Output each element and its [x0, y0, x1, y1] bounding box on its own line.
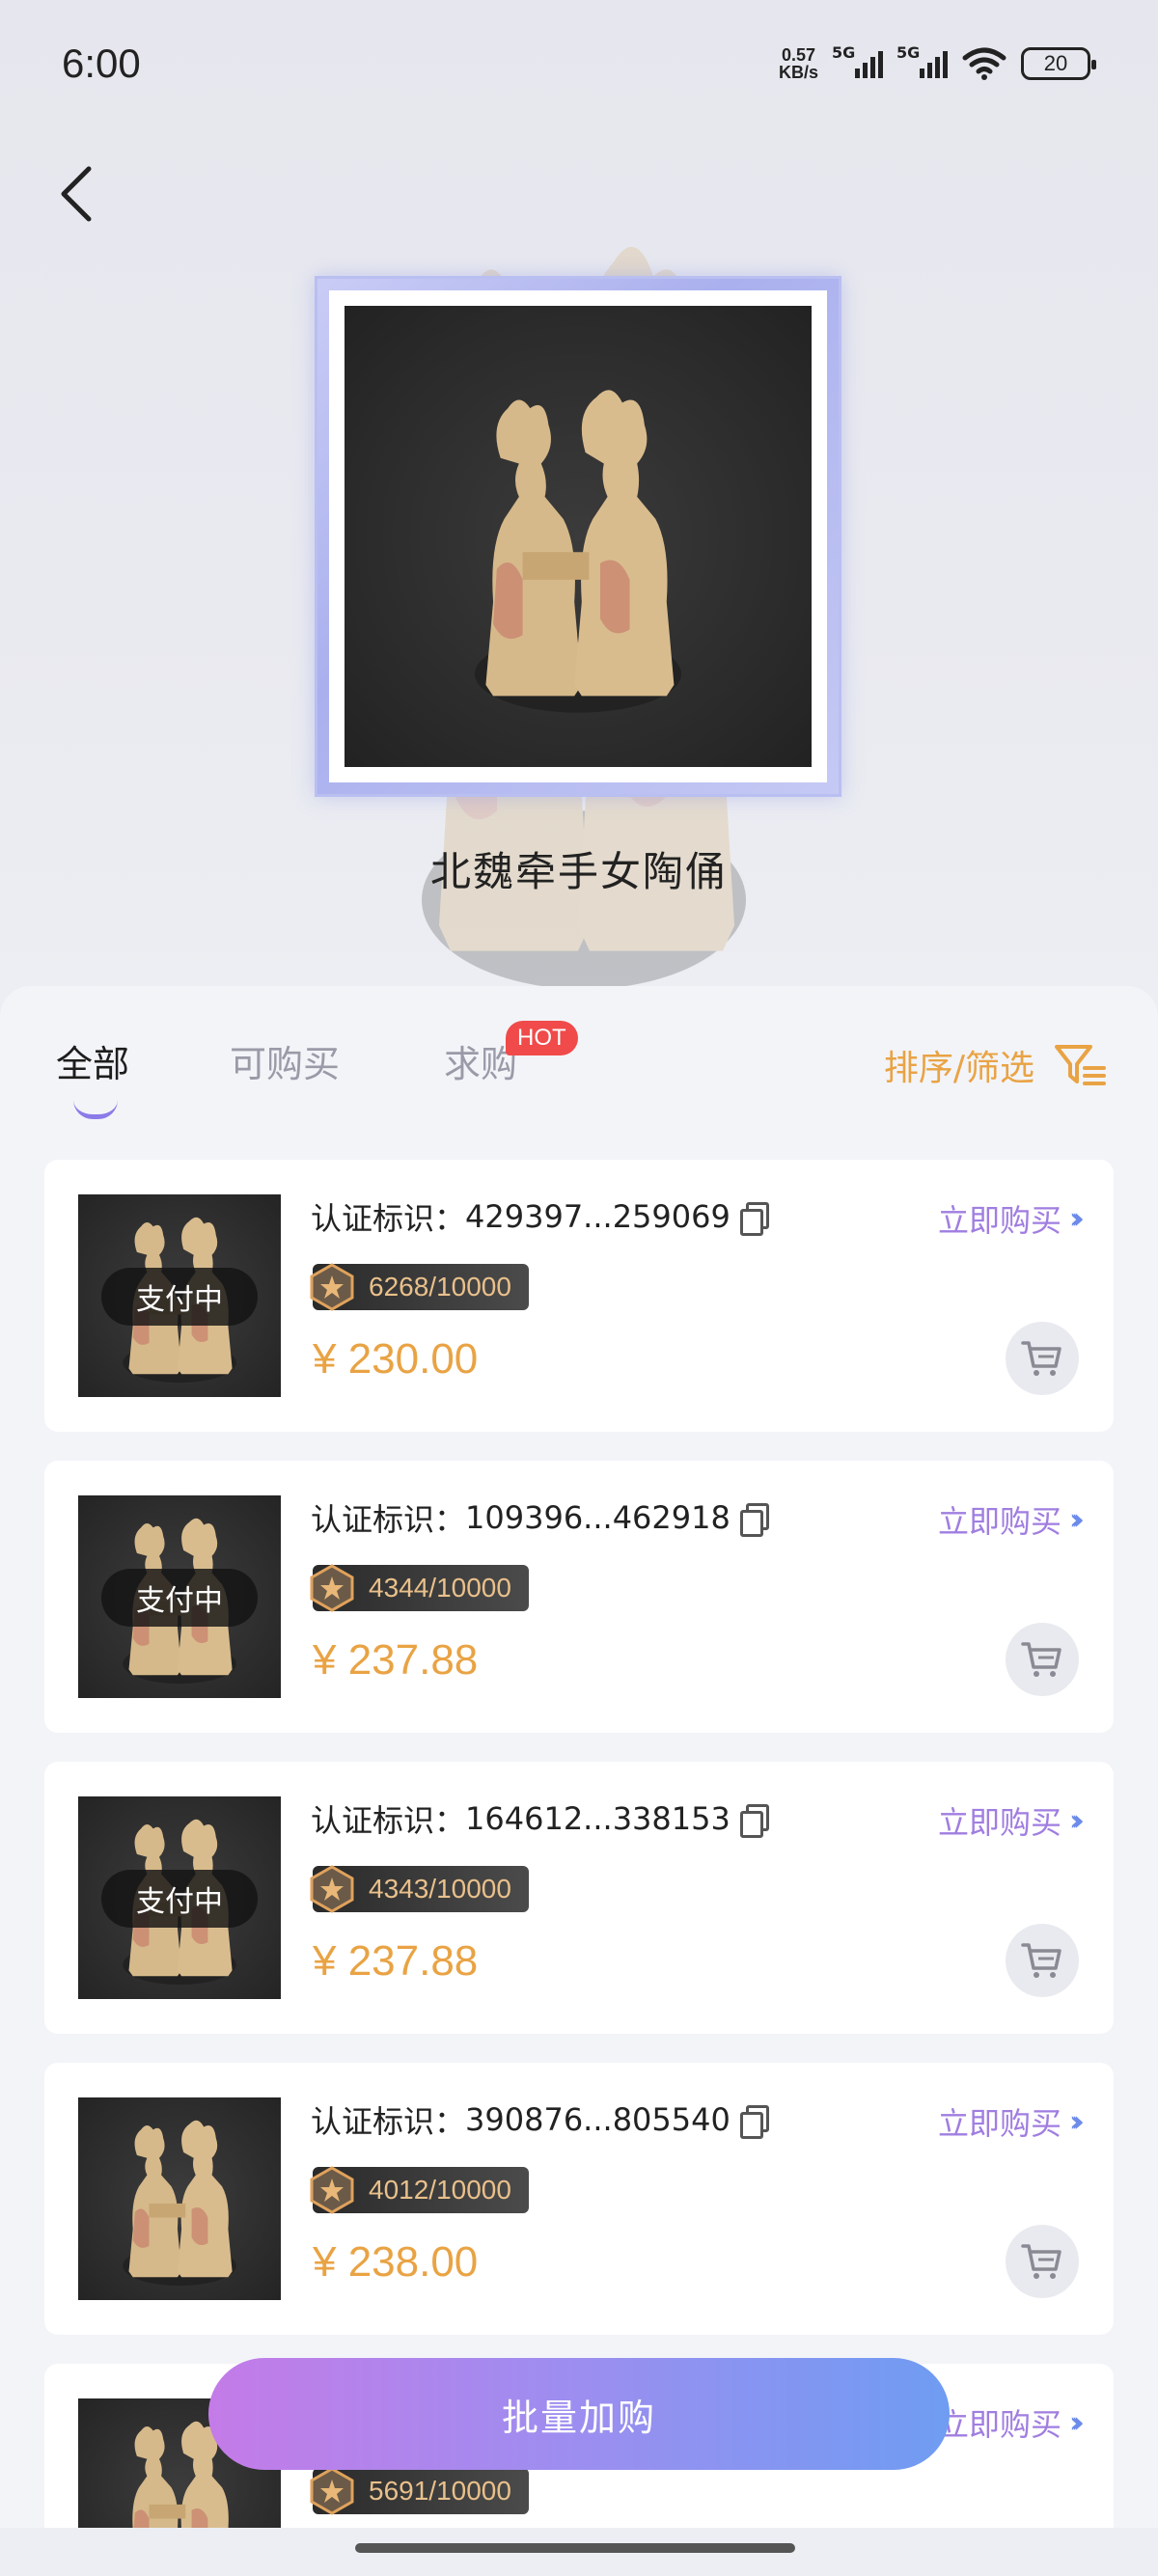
- cert-id-row: 认证标识： 164612...338153: [311, 1796, 769, 1841]
- buy-now-label: 立即购买: [937, 2105, 1062, 2142]
- copy-icon[interactable]: [739, 1804, 769, 1838]
- edition-number: 6268/10000: [369, 1272, 511, 1302]
- cert-id-row: 认证标识： 390876...805540: [311, 2097, 769, 2142]
- status-icons: 0.57 KB/s 5G 5G 20: [779, 42, 1096, 85]
- cart-icon: [1021, 1642, 1062, 1677]
- double-chevron-right-icon: ›››: [1069, 1502, 1085, 1537]
- cert-id: 429397...259069: [465, 1198, 731, 1235]
- back-button[interactable]: [50, 159, 108, 227]
- edition-number: 4343/10000: [369, 1874, 511, 1904]
- product-image: [345, 306, 812, 767]
- cart-icon: [1021, 2244, 1062, 2279]
- network-type-2: 5G: [896, 43, 921, 62]
- listing-price: ¥ 237.88: [313, 1937, 479, 1985]
- listing-card[interactable]: 支付中 认证标识： 109396...462918 立即购买 ››› 4344/10…: [44, 1461, 1114, 1733]
- cert-label: 认证标识：: [311, 1802, 466, 1839]
- buy-now-label: 立即购买: [937, 1503, 1062, 1540]
- buy-now-label: 立即购买: [937, 2406, 1062, 2443]
- double-chevron-right-icon: ›››: [1069, 2405, 1085, 2440]
- add-to-cart-button[interactable]: [1006, 1322, 1079, 1395]
- cert-id-row: 认证标识： 109396...462918: [311, 1495, 769, 1540]
- listing-price: ¥ 238.00: [313, 2238, 479, 2286]
- edition-badge: 5691/10000: [310, 2467, 529, 2515]
- cert-id: 164612...338153: [465, 1800, 731, 1837]
- filter-icon: [1055, 1045, 1106, 1085]
- buy-now-label: 立即购买: [937, 1804, 1062, 1841]
- wifi-icon: [962, 47, 1006, 80]
- tab-all[interactable]: 全部: [56, 1034, 129, 1087]
- cert-id: 390876...805540: [465, 2101, 731, 2138]
- network-speed-unit: KB/s: [778, 63, 818, 82]
- cert-id: 109396...462918: [465, 1499, 731, 1536]
- star-hexagon-icon: [310, 2467, 354, 2515]
- buy-now-link[interactable]: 立即购买 ›››: [937, 2099, 1085, 2144]
- sort-filter-button[interactable]: 排序/筛选: [884, 1040, 1108, 1090]
- add-to-cart-button[interactable]: [1006, 1623, 1079, 1696]
- buy-now-label: 立即购买: [937, 1202, 1062, 1239]
- listing-price: ¥ 237.88: [313, 1636, 479, 1684]
- cart-icon: [1021, 1341, 1062, 1376]
- listing-thumbnail: 支付中: [78, 1796, 281, 1999]
- listing-thumbnail: 支付中: [78, 1194, 281, 1397]
- edition-badge: 4344/10000: [310, 1564, 529, 1612]
- copy-icon[interactable]: [739, 1503, 769, 1537]
- payment-status-badge: 支付中: [101, 1569, 258, 1627]
- buy-now-link[interactable]: 立即购买 ›››: [937, 1798, 1085, 1843]
- signal-icon-2: 5G: [896, 43, 948, 78]
- network-speed: 0.57 KB/s: [779, 46, 818, 81]
- figurine-thumbnail: [123, 2120, 236, 2287]
- listing-card[interactable]: 认证标识： 390876...805540 立即购买 ››› 4012/10000 …: [44, 2063, 1114, 2335]
- buy-now-link[interactable]: 立即购买 ›››: [937, 1497, 1085, 1542]
- cert-id-row: 认证标识： 429397...259069: [311, 1194, 769, 1239]
- edition-number: 4344/10000: [369, 1573, 511, 1603]
- star-hexagon-icon: [310, 1263, 354, 1311]
- buy-now-link[interactable]: 立即购买 ›››: [937, 2400, 1085, 2445]
- copy-icon[interactable]: [739, 2105, 769, 2139]
- listing-price: ¥ 230.00: [313, 1335, 479, 1383]
- add-to-cart-button[interactable]: [1006, 2225, 1079, 2298]
- edition-badge: 4343/10000: [310, 1865, 529, 1913]
- edition-badge: 4012/10000: [310, 2166, 529, 2214]
- network-type-1: 5G: [832, 43, 856, 62]
- cert-label: 认证标识：: [311, 1501, 466, 1538]
- cert-label: 认证标识：: [311, 2103, 466, 2140]
- listing-card[interactable]: 支付中 认证标识： 164612...338153 立即购买 ››› 4343/10…: [44, 1762, 1114, 2034]
- double-chevron-right-icon: ›››: [1069, 1201, 1085, 1236]
- chevron-left-icon: [61, 166, 92, 222]
- sort-filter-label: 排序/筛选: [883, 1049, 1034, 1088]
- signal-icon-1: 5G: [832, 43, 883, 78]
- listing-thumbnail: [78, 2097, 281, 2300]
- copy-icon[interactable]: [739, 1202, 769, 1236]
- star-hexagon-icon: [310, 2166, 354, 2214]
- network-speed-value: 0.57: [781, 45, 816, 65]
- edition-number: 5691/10000: [369, 2476, 511, 2506]
- batch-add-to-cart-button[interactable]: 批量加购: [208, 2358, 950, 2470]
- listing-thumbnail: 支付中: [78, 1495, 281, 1698]
- status-bar: 6:00 0.57 KB/s 5G 5G 20: [0, 0, 1158, 135]
- buy-now-link[interactable]: 立即购买 ›››: [937, 1196, 1085, 1241]
- product-title: 北魏牵手女陶俑: [429, 848, 728, 895]
- cart-icon: [1021, 1943, 1062, 1978]
- double-chevron-right-icon: ›››: [1069, 1803, 1085, 1838]
- figurine-artwork: [474, 390, 682, 713]
- star-hexagon-icon: [310, 1865, 354, 1913]
- listing-card[interactable]: 支付中 认证标识： 429397...259069 立即购买 ››› 6268/10…: [44, 1160, 1114, 1432]
- edition-number: 4012/10000: [369, 2175, 511, 2205]
- edition-badge: 6268/10000: [310, 1263, 529, 1311]
- cert-label: 认证标识：: [311, 1200, 466, 1237]
- battery-icon: 20: [1021, 47, 1096, 80]
- payment-status-badge: 支付中: [101, 1870, 258, 1928]
- payment-status-badge: 支付中: [101, 1268, 258, 1326]
- battery-level: 20: [1043, 51, 1068, 75]
- tab-available[interactable]: 可购买: [230, 1034, 340, 1087]
- home-indicator: [355, 2543, 795, 2553]
- star-hexagon-icon: [310, 1564, 354, 1612]
- hot-badge: HOT: [506, 1021, 578, 1055]
- double-chevron-right-icon: ›››: [1069, 2104, 1085, 2139]
- add-to-cart-button[interactable]: [1006, 1924, 1079, 1997]
- product-image-frame: [315, 276, 841, 797]
- status-time: 6:00: [62, 41, 141, 86]
